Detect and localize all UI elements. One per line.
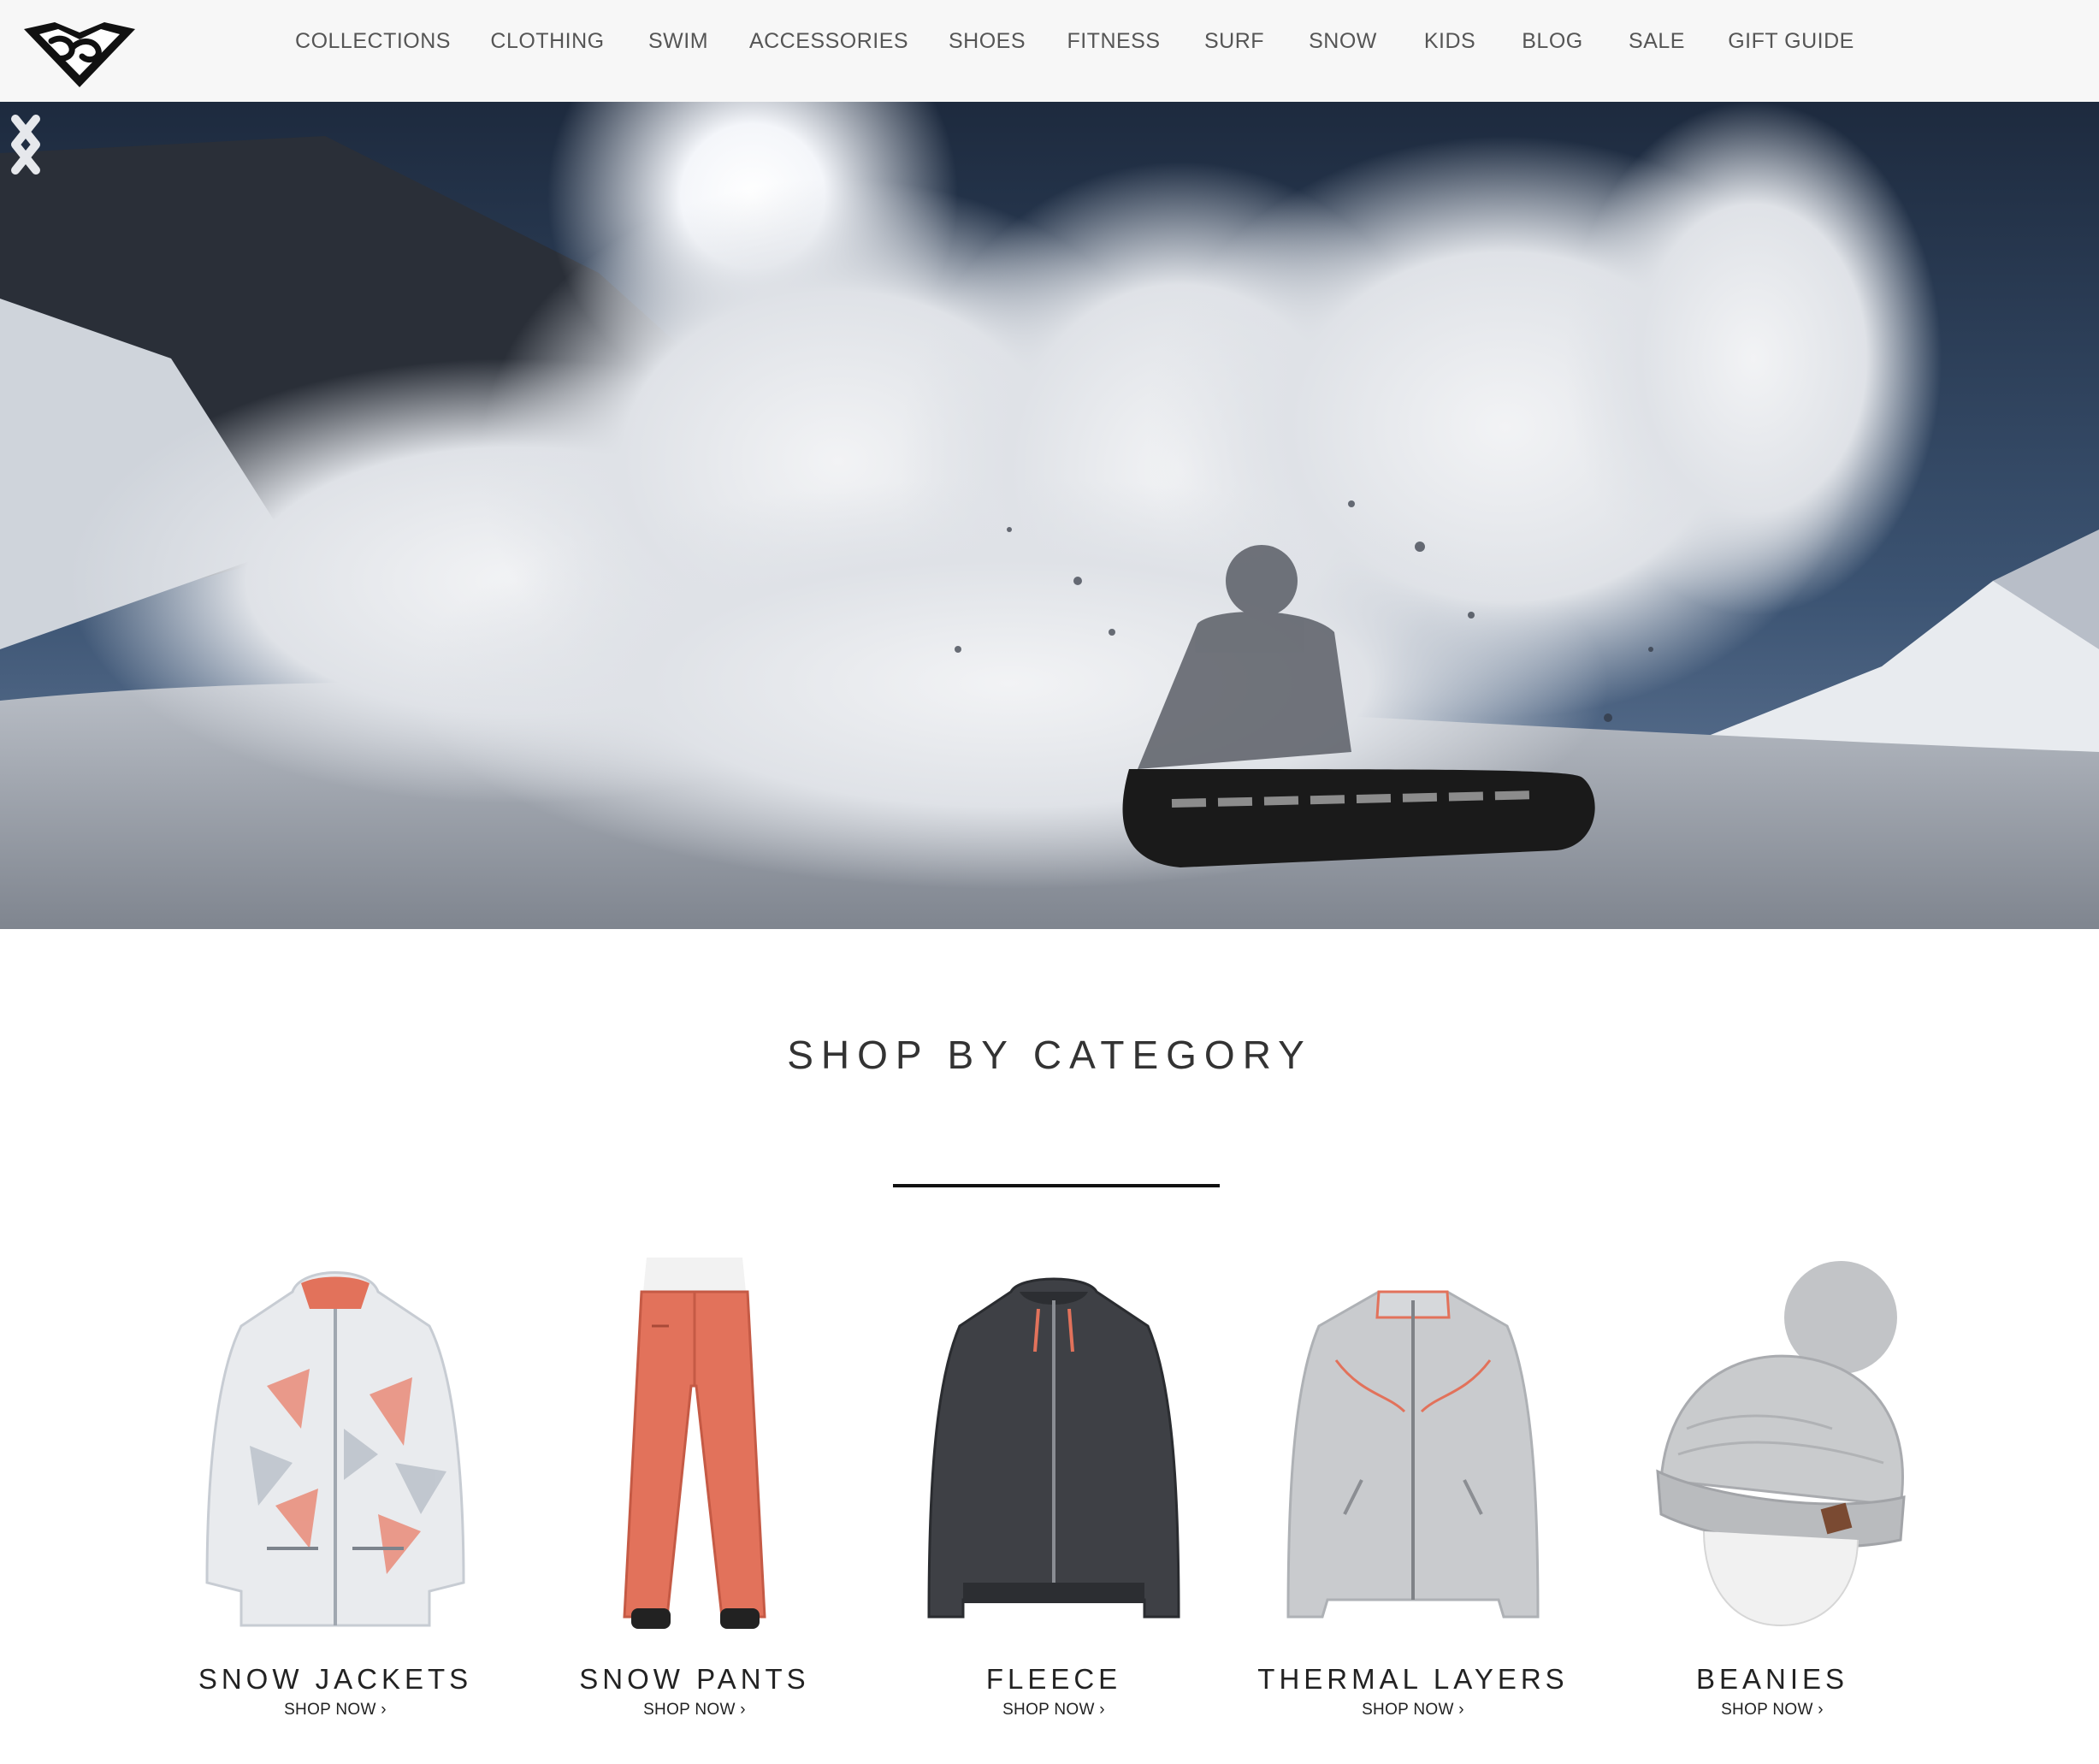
fleece-image	[927, 1277, 1180, 1619]
nav-item-sale[interactable]: SALE	[1629, 26, 1685, 56]
section-divider	[893, 1184, 1220, 1187]
category-snow-pants[interactable]: SNOW PANTS SHOP NOW ›	[532, 1258, 857, 1737]
main-nav: COLLECTIONS CLOTHING SWIM ACCESSORIES SH…	[0, 0, 2099, 102]
nav-item-surf[interactable]: SURF	[1204, 26, 1264, 56]
snow-jacket-image	[205, 1271, 465, 1627]
category-title[interactable]: FLEECE	[857, 1663, 1251, 1696]
snow-pants-image	[623, 1258, 766, 1629]
category-title[interactable]: SNOW PANTS	[498, 1663, 891, 1696]
shop-now-link[interactable]: SHOP NOW ›	[532, 1701, 857, 1720]
category-title[interactable]: BEANIES	[1576, 1663, 1969, 1696]
category-beanies[interactable]: BEANIES SHOP NOW ›	[1610, 1258, 1935, 1737]
section-title: SHOP BY CATEGORY	[787, 1033, 1312, 1077]
nav-item-clothing[interactable]: CLOTHING	[490, 26, 604, 56]
category-snow-jackets[interactable]: SNOW JACKETS SHOP NOW ›	[173, 1258, 498, 1737]
nav-item-fitness[interactable]: FITNESS	[1067, 26, 1160, 56]
nav-item-swim[interactable]: SWIM	[648, 26, 708, 56]
shop-now-link[interactable]: SHOP NOW ›	[1251, 1701, 1576, 1720]
hero-carousel	[0, 102, 2099, 929]
nav-item-gift-guide[interactable]: GIFT GUIDE	[1728, 26, 1854, 56]
nav-item-collections[interactable]: COLLECTIONS	[295, 26, 451, 56]
category-title[interactable]: THERMAL LAYERS	[1216, 1663, 1610, 1696]
carousel-next-chevron-right-icon[interactable]	[0, 102, 51, 187]
shop-now-link[interactable]: SHOP NOW ›	[1610, 1701, 1935, 1720]
nav-item-accessories[interactable]: ACCESSORIES	[749, 26, 908, 56]
shop-now-link[interactable]: SHOP NOW ›	[891, 1701, 1216, 1720]
site-header: COLLECTIONS CLOTHING SWIM ACCESSORIES SH…	[0, 0, 2099, 103]
nav-item-shoes[interactable]: SHOES	[949, 26, 1026, 56]
beanie-image	[1656, 1261, 1906, 1627]
category-fleece[interactable]: FLEECE SHOP NOW ›	[891, 1258, 1216, 1737]
shop-now-link[interactable]: SHOP NOW ›	[173, 1701, 498, 1720]
nav-item-snow[interactable]: SNOW	[1309, 26, 1377, 56]
nav-item-kids[interactable]: KIDS	[1424, 26, 1475, 56]
hero-image	[0, 102, 2099, 929]
category-title[interactable]: SNOW JACKETS	[139, 1663, 532, 1696]
nav-item-blog[interactable]: BLOG	[1522, 26, 1582, 56]
category-thermal-layers[interactable]: THERMAL LAYERS SHOP NOW ›	[1251, 1258, 1576, 1737]
thermal-layer-image	[1286, 1290, 1540, 1619]
